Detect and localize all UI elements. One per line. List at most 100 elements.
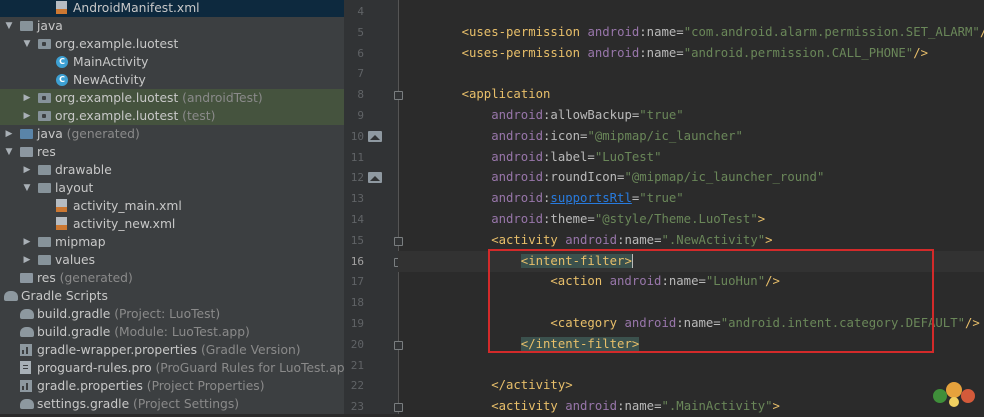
tree-item-label: Gradle Scripts: [21, 287, 108, 305]
code-token: android: [491, 212, 544, 226]
code-line[interactable]: android:label="LuoTest": [491, 147, 661, 168]
tree-item[interactable]: ▼ layout: [0, 179, 344, 197]
chevron-down-icon[interactable]: ▼: [21, 179, 33, 197]
tree-item-label: activity_main.xml: [73, 197, 182, 215]
code-line[interactable]: <activity android:name=".MainActivity">: [491, 396, 780, 414]
tree-item[interactable]: ▶ drawable: [0, 161, 344, 179]
code-line[interactable]: </activity>: [491, 375, 572, 396]
code-line[interactable]: <uses-permission android:name="android.p…: [462, 43, 928, 64]
tree-item-name: settings.gradle: [37, 397, 130, 411]
code-token: :label=: [543, 149, 595, 164]
properties-icon: [20, 344, 32, 356]
tree-item-label: java: [37, 17, 63, 35]
tree-item-name: res: [37, 271, 56, 285]
image-preview-icon[interactable]: [368, 172, 382, 184]
tree-item-label: settings.gradle (Project Settings): [37, 395, 239, 413]
chevron-right-icon[interactable]: ▶: [3, 125, 15, 143]
gradle-icon: [4, 291, 18, 301]
tree-item[interactable]: ▶ java (generated): [0, 125, 344, 143]
code-line[interactable]: <application: [462, 84, 551, 105]
tree-item[interactable]: gradle.properties (Project Properties): [0, 377, 344, 395]
code-token: android: [491, 149, 544, 164]
chevron-down-icon[interactable]: ▼: [3, 17, 15, 35]
line-number: 6: [357, 46, 364, 60]
code-token: android: [491, 170, 544, 185]
chevron-right-icon[interactable]: ▶: [21, 89, 33, 107]
tree-item[interactable]: activity_main.xml: [0, 197, 344, 215]
code-token: :theme=: [543, 212, 595, 226]
tree-item-hint: (ProGuard Rules for LuoTest.app): [151, 361, 345, 375]
tree-item-label: org.example.luotest (androidTest): [55, 89, 263, 107]
tree-item-hint: (generated): [62, 127, 140, 141]
tree-item[interactable]: ▶ org.example.luotest (test): [0, 107, 344, 125]
code-token: :name=: [639, 24, 684, 39]
tree-item[interactable]: ▶ org.example.luotest (androidTest): [0, 89, 344, 107]
project-tree[interactable]: AndroidManifest.xml ▼ java ▼ org.example.luo…: [0, 0, 344, 414]
tree-item[interactable]: ▶ values: [0, 251, 344, 269]
code-token: android: [491, 108, 544, 122]
tree-item[interactable]: settings.gradle (Project Settings): [0, 395, 344, 413]
tree-item-name: build.gradle: [37, 307, 111, 321]
tree-item[interactable]: ▼Gradle Scripts: [0, 287, 344, 305]
tree-item-name: drawable: [55, 163, 112, 177]
tree-item[interactable]: res (generated): [0, 269, 344, 287]
line-number: 16: [350, 254, 364, 268]
tree-item[interactable]: gradle-wrapper.properties (Gradle Versio…: [0, 341, 344, 359]
tree-item[interactable]: C MainActivity: [0, 53, 344, 71]
decorative-sticker-icon: [933, 382, 975, 407]
tree-item[interactable]: proguard-rules.pro (ProGuard Rules for L…: [0, 359, 344, 377]
tree-item-hint: (androidTest): [178, 91, 263, 105]
chevron-right-icon[interactable]: ▶: [21, 107, 33, 125]
code-line[interactable]: android:theme="@style/Theme.LuoTest">: [491, 209, 765, 230]
tree-item[interactable]: build.gradle (Project: LuoTest): [0, 305, 344, 323]
code-token: "true": [639, 108, 684, 122]
tree-item-name: activity_main.xml: [73, 199, 182, 213]
line-number: 14: [350, 213, 364, 226]
code-line[interactable]: android:allowBackup="true": [491, 105, 684, 126]
code-line[interactable]: <activity android:name=".NewActivity">: [491, 230, 772, 251]
tree-item[interactable]: build.gradle (Module: LuoTest.app): [0, 323, 344, 341]
tree-item-name: layout: [55, 181, 94, 195]
gradle-icon: [20, 309, 34, 319]
tree-item[interactable]: C NewActivity: [0, 71, 344, 89]
tree-item[interactable]: ▼ res: [0, 143, 344, 161]
tree-item-label: MainActivity: [73, 53, 148, 71]
code-token: >: [765, 232, 773, 247]
class-icon: C: [56, 74, 68, 86]
code-token: android: [491, 128, 544, 143]
line-number: 18: [350, 296, 364, 310]
line-number: 7: [357, 67, 364, 81]
code-token: ".MainActivity": [661, 399, 773, 414]
code-line[interactable]: android:supportsRtl="true": [491, 188, 684, 209]
tree-item-label: proguard-rules.pro (ProGuard Rules for L…: [37, 359, 344, 377]
code-line[interactable]: <uses-permission android:name="com.andro…: [462, 22, 984, 43]
tree-item[interactable]: ▶ mipmap: [0, 233, 344, 251]
code-token: :name=: [617, 232, 662, 247]
code-token: android: [587, 45, 640, 60]
chevron-down-icon[interactable]: ▼: [3, 143, 15, 161]
tree-item-name: MainActivity: [73, 55, 149, 69]
tree-item-hint: (Gradle Version): [197, 343, 301, 357]
package-icon: [38, 93, 51, 103]
line-number: 13: [350, 192, 364, 206]
code-token: android: [491, 191, 544, 206]
tree-item[interactable]: ▼ java: [0, 17, 344, 35]
tree-item[interactable]: ▼ org.example.luotest: [0, 35, 344, 53]
chevron-down-icon[interactable]: ▼: [21, 35, 33, 53]
chevron-right-icon[interactable]: ▶: [21, 251, 33, 269]
image-preview-icon[interactable]: [368, 130, 382, 142]
tree-item-name: build.gradle: [37, 325, 111, 339]
folder-icon: [38, 255, 51, 265]
code-token: "com.android.alarm.permission.SET_ALARM": [683, 24, 980, 39]
tree-item-name: mipmap: [55, 235, 106, 249]
code-line[interactable]: android:icon="@mipmap/ic_launcher": [491, 126, 743, 147]
chevron-right-icon[interactable]: ▶: [21, 233, 33, 251]
tree-item[interactable]: AndroidManifest.xml: [0, 0, 344, 17]
chevron-right-icon[interactable]: ▶: [21, 161, 33, 179]
tree-item-label: build.gradle (Module: LuoTest.app): [37, 323, 250, 341]
code-line[interactable]: android:roundIcon="@mipmap/ic_launcher_r…: [491, 167, 824, 188]
line-number: 20: [350, 337, 364, 351]
tree-item[interactable]: activity_new.xml: [0, 215, 344, 233]
class-icon: C: [56, 56, 68, 68]
layout-xml-icon: [56, 199, 67, 212]
